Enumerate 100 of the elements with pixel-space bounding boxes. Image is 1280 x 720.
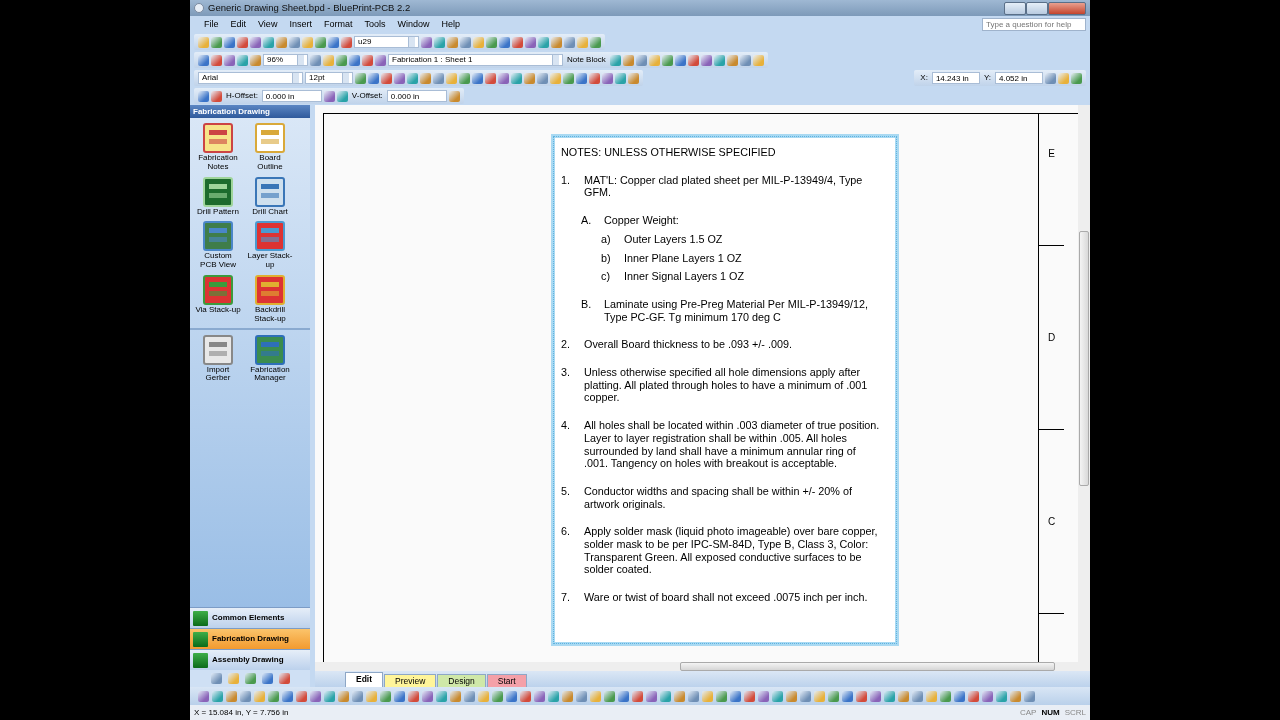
tool-icon[interactable]	[253, 175, 287, 208]
toolbar-icon[interactable]	[730, 690, 741, 702]
toolbar-icon[interactable]	[250, 36, 261, 48]
toolbar-icon[interactable]	[1058, 72, 1069, 84]
toolbar-icon[interactable]	[473, 36, 484, 48]
toolbar-icon[interactable]	[368, 72, 379, 84]
toolbar-icon[interactable]	[576, 72, 587, 84]
input-field[interactable]: 4.052 in	[995, 72, 1043, 84]
dropdown[interactable]: Fabrication 1 : Sheet 1	[388, 54, 563, 66]
toolbar-icon[interactable]	[250, 54, 261, 66]
toolbar-icon[interactable]	[713, 54, 725, 66]
toolbar-icon[interactable]	[688, 690, 699, 702]
toolbar-icon[interactable]	[224, 36, 235, 48]
tool-icon[interactable]	[201, 175, 235, 208]
toolbar-icon[interactable]	[615, 72, 626, 84]
toolbar-icon[interactable]	[237, 36, 248, 48]
toolbar-icon[interactable]	[752, 54, 764, 66]
tool-label[interactable]: Backdrill Stack-up	[247, 306, 293, 324]
toolbar-icon[interactable]	[421, 36, 432, 48]
toolbar-icon[interactable]	[381, 72, 392, 84]
toolbar-icon[interactable]	[609, 54, 621, 66]
toolbar-icon[interactable]	[198, 36, 209, 48]
input-field[interactable]: 0.000 in	[261, 90, 322, 102]
toolbar-icon[interactable]	[278, 673, 290, 684]
toolbar-icon[interactable]	[446, 72, 457, 84]
input-field[interactable]: 14.243 in	[931, 72, 980, 84]
tool-label[interactable]: Board Outline	[247, 154, 293, 172]
toolbar-icon[interactable]	[687, 54, 699, 66]
toolbar-icon[interactable]	[604, 690, 615, 702]
toolbar-icon[interactable]	[635, 54, 647, 66]
toolbar-icon[interactable]	[355, 72, 366, 84]
menu-item[interactable]: Edit	[224, 17, 253, 32]
toolbar-icon[interactable]	[954, 690, 965, 702]
maximize-button[interactable]	[1026, 1, 1048, 15]
toolbar-icon[interactable]	[420, 72, 431, 84]
toolbar-icon[interactable]	[563, 72, 574, 84]
toolbar-icon[interactable]	[632, 690, 643, 702]
toolbar-icon[interactable]	[674, 54, 686, 66]
toolbar-icon[interactable]	[323, 54, 334, 66]
toolbar-icon[interactable]	[1010, 690, 1021, 702]
toolbar-icon[interactable]	[375, 54, 386, 66]
toolbar-icon[interactable]	[982, 690, 993, 702]
tool-label[interactable]: Fabrication Manager	[247, 365, 293, 384]
toolbar-icon[interactable]	[464, 690, 475, 702]
toolbar-icon[interactable]	[648, 54, 660, 66]
toolbar-icon[interactable]	[211, 90, 222, 102]
toolbar-icon[interactable]	[459, 72, 470, 84]
toolbar-icon[interactable]	[660, 690, 671, 702]
toolbar-icon[interactable]	[198, 690, 209, 702]
toolbar-icon[interactable]	[534, 690, 545, 702]
sheet-tab[interactable]: Preview	[384, 674, 437, 687]
toolbar-icon[interactable]	[224, 54, 235, 66]
toolbar-icon[interactable]	[511, 72, 522, 84]
toolbar-icon[interactable]	[996, 690, 1007, 702]
toolbar-icon[interactable]	[758, 690, 769, 702]
toolbar-icon[interactable]	[472, 72, 483, 84]
toolbar-icon[interactable]	[394, 72, 405, 84]
tool-icon[interactable]	[253, 122, 287, 154]
toolbar-icon[interactable]	[550, 72, 561, 84]
dropdown[interactable]: u29	[354, 36, 419, 48]
tool-icon[interactable]	[253, 333, 287, 366]
toolbar-icon[interactable]	[589, 72, 600, 84]
menu-item[interactable]: Help	[435, 17, 466, 32]
toolbar-icon[interactable]	[772, 690, 783, 702]
toolbar-icon[interactable]	[1071, 72, 1082, 84]
toolbar-dropdown[interactable]: Note Block	[565, 54, 608, 66]
toolbar-icon[interactable]	[324, 690, 335, 702]
toolbar-icon[interactable]	[968, 690, 979, 702]
toolbar-icon[interactable]	[1024, 690, 1035, 702]
toolbar-icon[interactable]	[211, 54, 222, 66]
toolbar-icon[interactable]	[828, 690, 839, 702]
toolbar-icon[interactable]	[512, 36, 523, 48]
toolbar-icon[interactable]	[548, 690, 559, 702]
menu-item[interactable]: File	[198, 17, 225, 32]
toolbar-icon[interactable]	[448, 90, 460, 102]
toolbar-icon[interactable]	[341, 36, 352, 48]
close-button[interactable]	[1048, 1, 1086, 15]
tool-label[interactable]: Custom PCB View	[195, 252, 241, 270]
toolbar-icon[interactable]	[562, 690, 573, 702]
toolbar-icon[interactable]	[263, 36, 274, 48]
scrollbar-thumb[interactable]	[680, 662, 1055, 671]
panel-section[interactable]: Fabrication Drawing	[190, 628, 310, 649]
toolbar-icon[interactable]	[786, 690, 797, 702]
toolbar-icon[interactable]	[244, 673, 256, 684]
toolbar-icon[interactable]	[226, 690, 237, 702]
toolbar-icon[interactable]	[524, 72, 535, 84]
toolbar-icon[interactable]	[520, 690, 531, 702]
toolbar-icon[interactable]	[240, 690, 251, 702]
toolbar-icon[interactable]	[842, 690, 853, 702]
menu-item[interactable]: View	[252, 17, 284, 32]
toolbar-icon[interactable]	[674, 690, 685, 702]
toolbar-icon[interactable]	[394, 690, 405, 702]
toolbar-icon[interactable]	[310, 690, 321, 702]
toolbar-icon[interactable]	[336, 90, 348, 102]
toolbar-icon[interactable]	[744, 690, 755, 702]
toolbar-icon[interactable]	[577, 36, 588, 48]
toolbar-icon[interactable]	[602, 72, 613, 84]
toolbar-icon[interactable]	[315, 36, 326, 48]
toolbar-icon[interactable]	[211, 36, 222, 48]
tool-icon[interactable]	[201, 333, 235, 366]
